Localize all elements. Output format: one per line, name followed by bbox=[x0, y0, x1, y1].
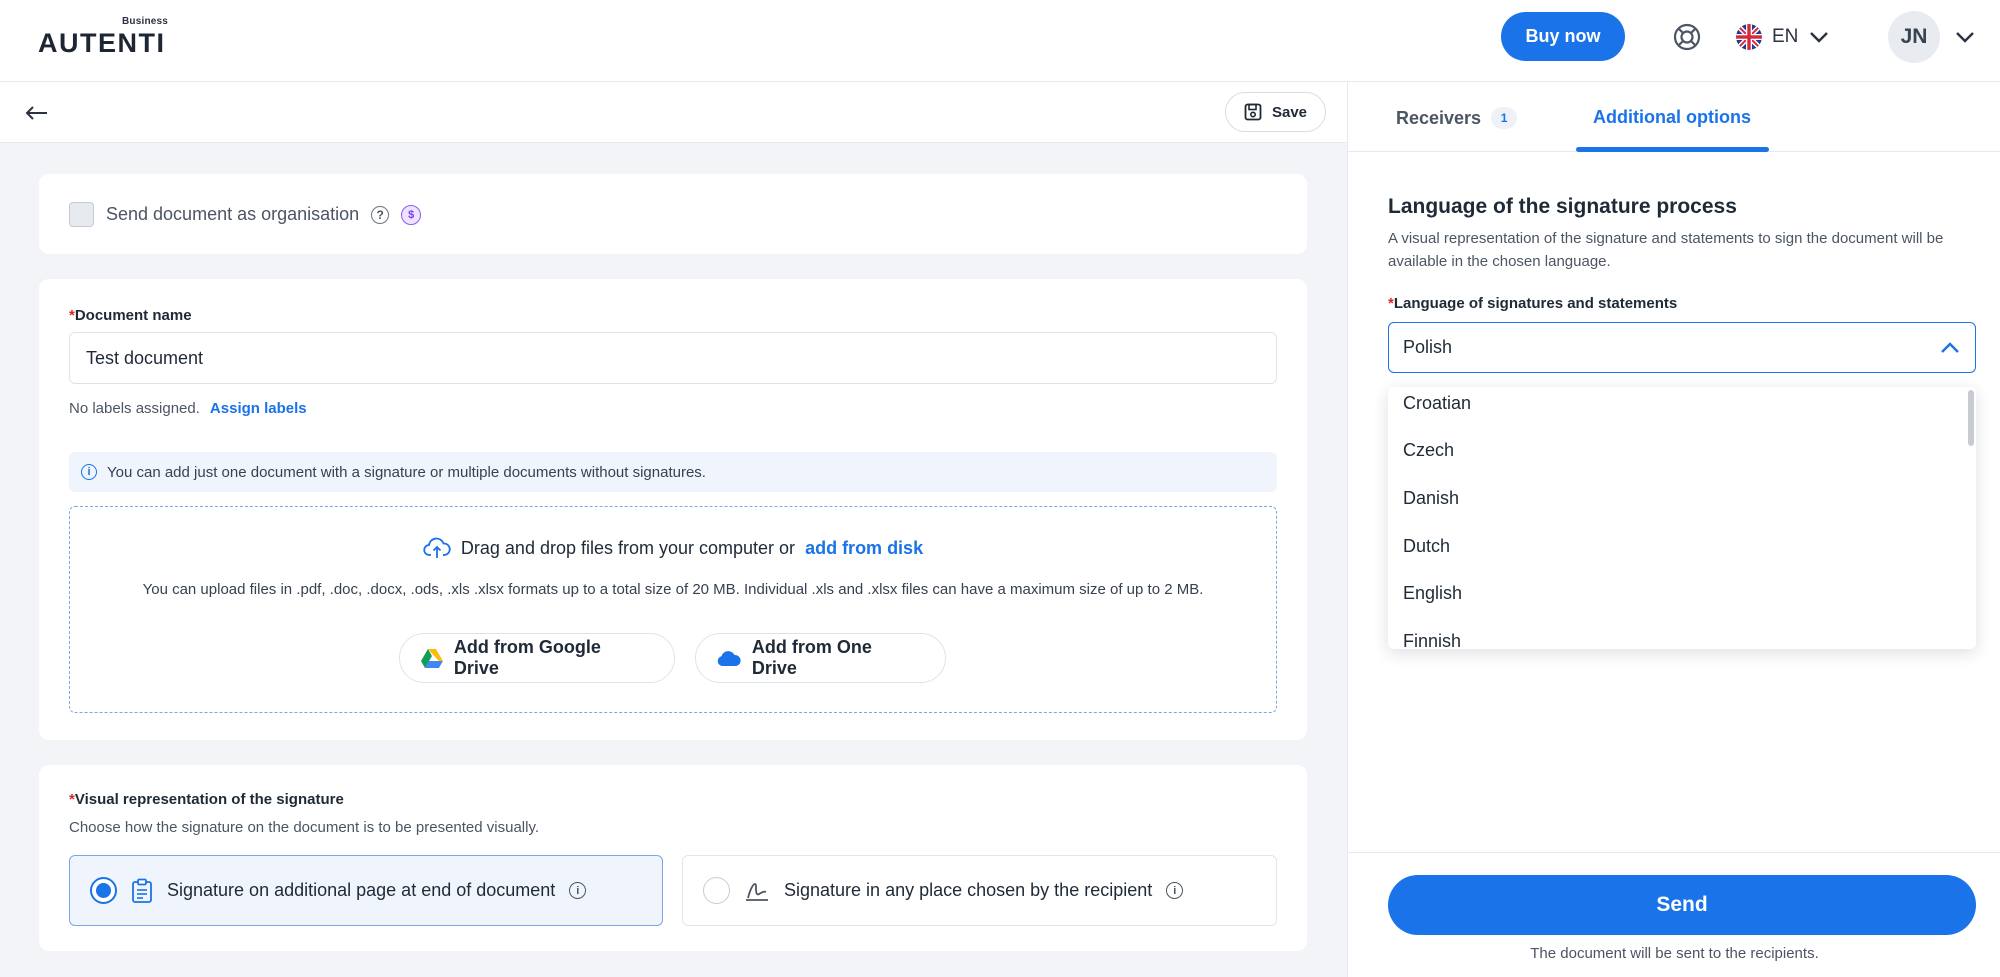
language-dropdown-list[interactable]: Croatian Czech Danish Dutch English Finn… bbox=[1388, 387, 1976, 649]
arrow-left-icon bbox=[25, 106, 47, 120]
language-option-dutch[interactable]: Dutch bbox=[1403, 536, 1450, 557]
visual-representation-card: *Visual representation of the signature … bbox=[39, 765, 1307, 951]
language-option-english[interactable]: English bbox=[1403, 583, 1462, 604]
radio-selected[interactable] bbox=[90, 877, 117, 904]
organisation-card: Send document as organisation ? $ bbox=[39, 174, 1307, 254]
assign-labels-link[interactable]: Assign labels bbox=[210, 400, 307, 417]
info-icon[interactable]: i bbox=[569, 882, 587, 899]
signature-any-place-label: Signature in any place chosen by the rec… bbox=[784, 880, 1153, 900]
language-section-title: Language of the signature process bbox=[1388, 195, 1737, 218]
options-panel: Receivers 1 Additional options Language … bbox=[1347, 82, 2000, 977]
info-banner-text: You can add just one document with a sig… bbox=[107, 463, 706, 481]
one-drive-label: Add from One Drive bbox=[751, 637, 872, 678]
language-section-description: A visual representation of the signature… bbox=[1388, 230, 1944, 270]
send-as-organisation-label: Send document as organisation bbox=[106, 204, 360, 224]
signature-any-place-option[interactable]: Signature in any place chosen by the rec… bbox=[682, 855, 1277, 926]
tab-bar: Receivers 1 Additional options bbox=[1348, 82, 2000, 152]
language-option-finnish[interactable]: Finnish bbox=[1403, 631, 1461, 649]
tab-receivers-label: Receivers bbox=[1396, 107, 1482, 128]
radio-unselected[interactable] bbox=[703, 877, 730, 904]
info-banner: i You can add just one document with a s… bbox=[69, 452, 1277, 492]
send-footer: Send The document will be sent to the re… bbox=[1348, 852, 2000, 977]
user-menu[interactable]: JN bbox=[1888, 11, 1976, 63]
upload-limits-text: You can upload files in .pdf, .doc, .doc… bbox=[142, 581, 1204, 598]
language-select-value: Polish bbox=[1403, 337, 1453, 357]
floppy-disk-icon bbox=[1244, 103, 1262, 121]
language-code: EN bbox=[1772, 26, 1799, 47]
tab-receivers[interactable]: Receivers 1 bbox=[1396, 107, 1518, 129]
info-icon: i bbox=[81, 464, 97, 480]
language-option-croatian[interactable]: Croatian bbox=[1403, 393, 1471, 414]
tab-additional-options[interactable]: Additional options bbox=[1593, 107, 1751, 128]
language-field-label: *Language of signatures and statements bbox=[1388, 295, 1678, 312]
signature-end-page-label: Signature on additional page at end of d… bbox=[167, 880, 556, 900]
receivers-count-badge: 1 bbox=[1491, 107, 1518, 129]
google-drive-icon bbox=[420, 648, 443, 668]
language-selector[interactable]: EN bbox=[1736, 20, 1830, 54]
logo-text: AUTENTI bbox=[38, 28, 166, 58]
editor-toolbar: Save bbox=[0, 82, 1347, 143]
cloud-upload-icon bbox=[423, 537, 451, 558]
visual-representation-label: *Visual representation of the signature bbox=[69, 791, 344, 808]
help-button[interactable] bbox=[1670, 20, 1704, 54]
google-drive-label: Add from Google Drive bbox=[453, 637, 601, 678]
google-drive-button[interactable]: Add from Google Drive bbox=[399, 633, 675, 683]
lifebuoy-icon bbox=[1673, 23, 1701, 51]
signature-end-page-option[interactable]: Signature on additional page at end of d… bbox=[69, 855, 663, 926]
buy-now-button[interactable]: Buy now bbox=[1501, 12, 1625, 61]
avatar: JN bbox=[1888, 11, 1940, 63]
signature-stamp-icon bbox=[746, 882, 768, 901]
document-card: *Document name No labels assigned. Assig… bbox=[39, 279, 1307, 740]
document-name-label: *Document name bbox=[69, 307, 192, 324]
language-option-danish[interactable]: Danish bbox=[1403, 488, 1459, 509]
file-dropzone[interactable]: Drag and drop files from your computer o… bbox=[69, 506, 1277, 713]
visual-representation-description: Choose how the signature on the document… bbox=[69, 819, 540, 836]
top-bar: Business AUTENTI Buy now EN JN bbox=[0, 0, 2000, 82]
language-select[interactable]: Polish bbox=[1388, 322, 1976, 373]
clipboard-icon bbox=[132, 878, 152, 903]
send-as-organisation-checkbox[interactable] bbox=[69, 202, 94, 227]
onedrive-cloud-icon bbox=[717, 650, 741, 666]
help-icon[interactable]: ? bbox=[371, 205, 390, 224]
info-icon[interactable]: i bbox=[1166, 882, 1184, 899]
add-from-disk-link[interactable]: add from disk bbox=[805, 538, 923, 559]
autenti-logo[interactable]: Business AUTENTI bbox=[38, 16, 173, 58]
language-option-czech[interactable]: Czech bbox=[1403, 440, 1454, 461]
document-name-input[interactable] bbox=[69, 332, 1277, 384]
back-button[interactable] bbox=[22, 98, 52, 128]
active-tab-indicator bbox=[1576, 147, 1769, 152]
logo-subtitle: Business bbox=[122, 16, 169, 27]
chevron-up-icon bbox=[1941, 341, 1959, 353]
send-note: The document will be sent to the recipie… bbox=[1530, 945, 1819, 962]
document-editor-panel: Save Send document as organisation ? $ *… bbox=[0, 82, 1347, 977]
one-drive-button[interactable]: Add from One Drive bbox=[695, 633, 946, 683]
chevron-down-icon bbox=[1810, 32, 1829, 43]
send-button[interactable]: Send bbox=[1388, 875, 1976, 935]
save-label: Save bbox=[1271, 103, 1308, 121]
save-button[interactable]: Save bbox=[1225, 92, 1326, 132]
premium-feature-icon: $ bbox=[401, 204, 422, 225]
uk-flag-icon bbox=[1736, 24, 1762, 50]
dropzone-text: Drag and drop files from your computer o… bbox=[460, 537, 796, 558]
no-labels-text: No labels assigned. bbox=[69, 400, 200, 417]
dropdown-scrollbar[interactable] bbox=[1968, 390, 1974, 446]
chevron-down-icon bbox=[1956, 32, 1974, 43]
